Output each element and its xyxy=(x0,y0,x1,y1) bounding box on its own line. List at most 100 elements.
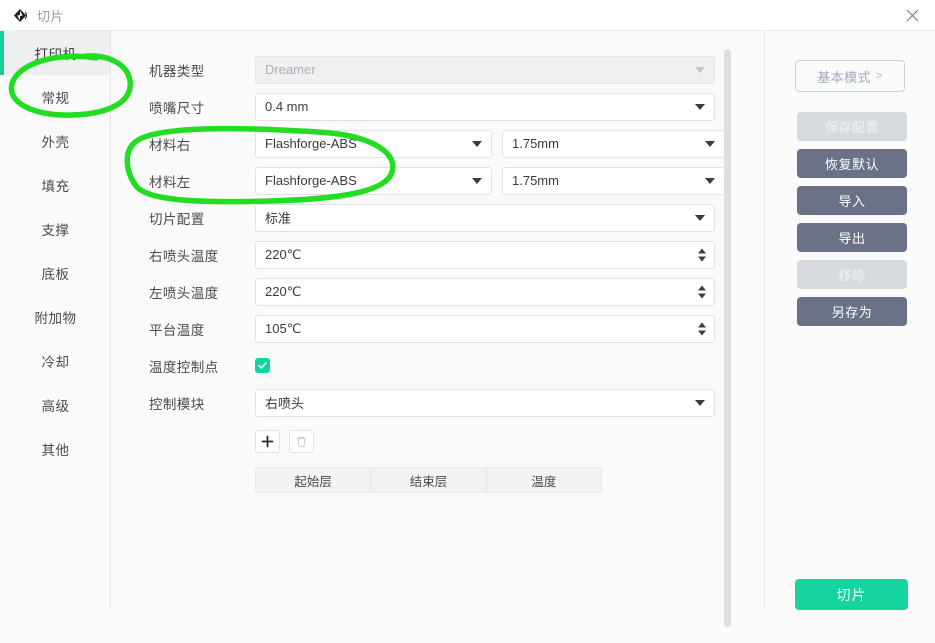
platform-temp-value: 105℃ xyxy=(265,320,302,336)
nozzle-size-select[interactable]: 0.4 mm xyxy=(255,92,715,121)
sidebar-item-label: 外壳 xyxy=(41,135,70,150)
row-machine-type: 机器类型 Dreamer xyxy=(111,51,765,88)
chevron-down-icon xyxy=(472,140,482,147)
row-material-left: 材料左 Flashforge-ABS 1.75mm xyxy=(111,162,765,199)
chevron-right-icon: > xyxy=(875,70,883,82)
sidebar-item-additions[interactable]: 附加物 xyxy=(0,295,111,339)
export-button[interactable]: 导出 xyxy=(797,223,907,252)
remove-button: 移除 xyxy=(797,260,907,289)
sidebar-item-advanced[interactable]: 高级 xyxy=(0,383,111,427)
row-right-nozzle-temp: 右喷头温度 220℃ xyxy=(111,236,765,273)
settings-sidebar: 打印机 常规 外壳 填充 支撑 底板 附加物 冷却 高级 其他 xyxy=(0,31,111,643)
sidebar-item-raft[interactable]: 底板 xyxy=(0,251,111,295)
sidebar-item-label: 底板 xyxy=(41,267,70,282)
chevron-down-icon xyxy=(695,214,705,221)
chevron-down-icon xyxy=(705,177,715,184)
chevron-down-icon xyxy=(695,399,705,406)
right-nozzle-temp-input[interactable]: 220℃ xyxy=(255,240,715,269)
sidebar-item-general[interactable]: 常规 xyxy=(0,75,111,119)
material-right-label: 材料右 xyxy=(149,137,191,153)
material-left-select[interactable]: Flashforge-ABS xyxy=(255,166,492,195)
chevron-down-icon xyxy=(695,66,705,73)
basic-mode-label: 基本模式 xyxy=(817,69,871,85)
material-right-diameter-select[interactable]: 1.75mm xyxy=(502,129,725,158)
temp-control-point-checkbox[interactable] xyxy=(255,358,270,373)
form-scrollbar[interactable] xyxy=(724,49,731,627)
trash-icon xyxy=(296,436,307,447)
sidebar-item-infill[interactable]: 填充 xyxy=(0,163,111,207)
row-slice-profile: 切片配置 标准 xyxy=(111,199,765,236)
slice-profile-value: 标准 xyxy=(265,211,292,226)
row-material-right: 材料右 Flashforge-ABS 1.75mm xyxy=(111,125,765,162)
sidebar-item-cooling[interactable]: 冷却 xyxy=(0,339,111,383)
control-module-label: 控制模块 xyxy=(149,396,205,412)
sidebar-item-label: 支撑 xyxy=(41,223,70,238)
platform-temp-input[interactable]: 105℃ xyxy=(255,314,715,343)
sidebar-item-shell[interactable]: 外壳 xyxy=(0,119,111,163)
stepper-icon[interactable] xyxy=(698,322,706,335)
save-config-button: 保存配置 xyxy=(797,112,907,141)
restore-defaults-label: 恢复默认 xyxy=(824,157,879,172)
basic-mode-button[interactable]: 基本模式 > xyxy=(795,60,905,92)
left-nozzle-temp-label: 左喷头温度 xyxy=(149,285,219,301)
scrollbar-thumb[interactable] xyxy=(724,49,731,627)
nozzle-size-value: 0.4 mm xyxy=(265,99,309,114)
sidebar-item-label: 常规 xyxy=(41,91,70,106)
sidebar-item-label: 其他 xyxy=(41,443,70,458)
material-right-diameter-value: 1.75mm xyxy=(512,136,559,151)
material-left-diameter-value: 1.75mm xyxy=(512,173,559,188)
slice-profile-label: 切片配置 xyxy=(149,211,205,227)
chevron-down-icon xyxy=(705,140,715,147)
right-nozzle-temp-value: 220℃ xyxy=(265,246,302,262)
settings-form-panel: 机器类型 Dreamer 喷嘴尺寸 0.4 mm 材料右 Flashforge-… xyxy=(111,31,765,643)
table-header-temperature: 温度 xyxy=(531,474,557,489)
title-bar: 切片 xyxy=(0,0,935,31)
stepper-icon[interactable] xyxy=(698,248,706,261)
right-nozzle-temp-label: 右喷头温度 xyxy=(149,248,219,264)
sidebar-item-label: 附加物 xyxy=(34,311,77,326)
material-left-label: 材料左 xyxy=(149,174,191,190)
material-right-select[interactable]: Flashforge-ABS xyxy=(255,129,492,158)
save-config-label: 保存配置 xyxy=(824,120,879,135)
material-left-diameter-select[interactable]: 1.75mm xyxy=(502,166,725,195)
machine-type-value: Dreamer xyxy=(265,62,316,77)
restore-defaults-button[interactable]: 恢复默认 xyxy=(797,149,907,178)
temperature-control-table: 起始层 结束层 温度 xyxy=(255,467,602,493)
window-title: 切片 xyxy=(37,8,65,24)
add-row-button[interactable] xyxy=(255,430,280,453)
close-icon[interactable] xyxy=(889,0,935,31)
row-control-module: 控制模块 右喷头 xyxy=(111,384,765,421)
control-module-select[interactable]: 右喷头 xyxy=(255,388,715,417)
slicer-settings-dialog: 切片 打印机 常规 外壳 填充 支撑 底板 附加物 冷却 高级 其他 机器类型 … xyxy=(0,0,935,643)
import-button[interactable]: 导入 xyxy=(797,186,907,215)
left-nozzle-temp-value: 220℃ xyxy=(265,283,302,299)
row-temp-control-point: 温度控制点 xyxy=(111,347,765,384)
save-as-label: 另存为 xyxy=(831,305,873,320)
export-label: 导出 xyxy=(838,231,866,246)
row-left-nozzle-temp: 左喷头温度 220℃ xyxy=(111,273,765,310)
slice-profile-select[interactable]: 标准 xyxy=(255,203,715,232)
platform-temp-label: 平台温度 xyxy=(149,322,205,338)
sidebar-item-label: 高级 xyxy=(41,399,70,414)
slice-button-label: 切片 xyxy=(836,586,867,603)
material-left-value: Flashforge-ABS xyxy=(265,173,357,188)
chevron-down-icon xyxy=(472,177,482,184)
sidebar-item-others[interactable]: 其他 xyxy=(0,427,111,471)
slice-button[interactable]: 切片 xyxy=(795,579,908,610)
remove-label: 移除 xyxy=(838,268,866,283)
material-right-value: Flashforge-ABS xyxy=(265,136,357,151)
table-header-start-layer: 起始层 xyxy=(256,468,372,492)
left-nozzle-temp-input[interactable]: 220℃ xyxy=(255,277,715,306)
sidebar-item-label: 冷却 xyxy=(41,355,70,370)
flashforge-diamond-logo-icon xyxy=(12,7,29,24)
nozzle-size-label: 喷嘴尺寸 xyxy=(149,100,205,116)
table-header-end-layer: 结束层 xyxy=(371,468,487,492)
stepper-icon[interactable] xyxy=(698,285,706,298)
sidebar-item-printer[interactable]: 打印机 xyxy=(0,31,111,75)
save-as-button[interactable]: 另存为 xyxy=(797,297,907,326)
plus-icon xyxy=(261,435,274,448)
machine-type-label: 机器类型 xyxy=(149,63,205,79)
control-module-value: 右喷头 xyxy=(265,396,305,411)
import-label: 导入 xyxy=(838,194,866,209)
sidebar-item-support[interactable]: 支撑 xyxy=(0,207,111,251)
